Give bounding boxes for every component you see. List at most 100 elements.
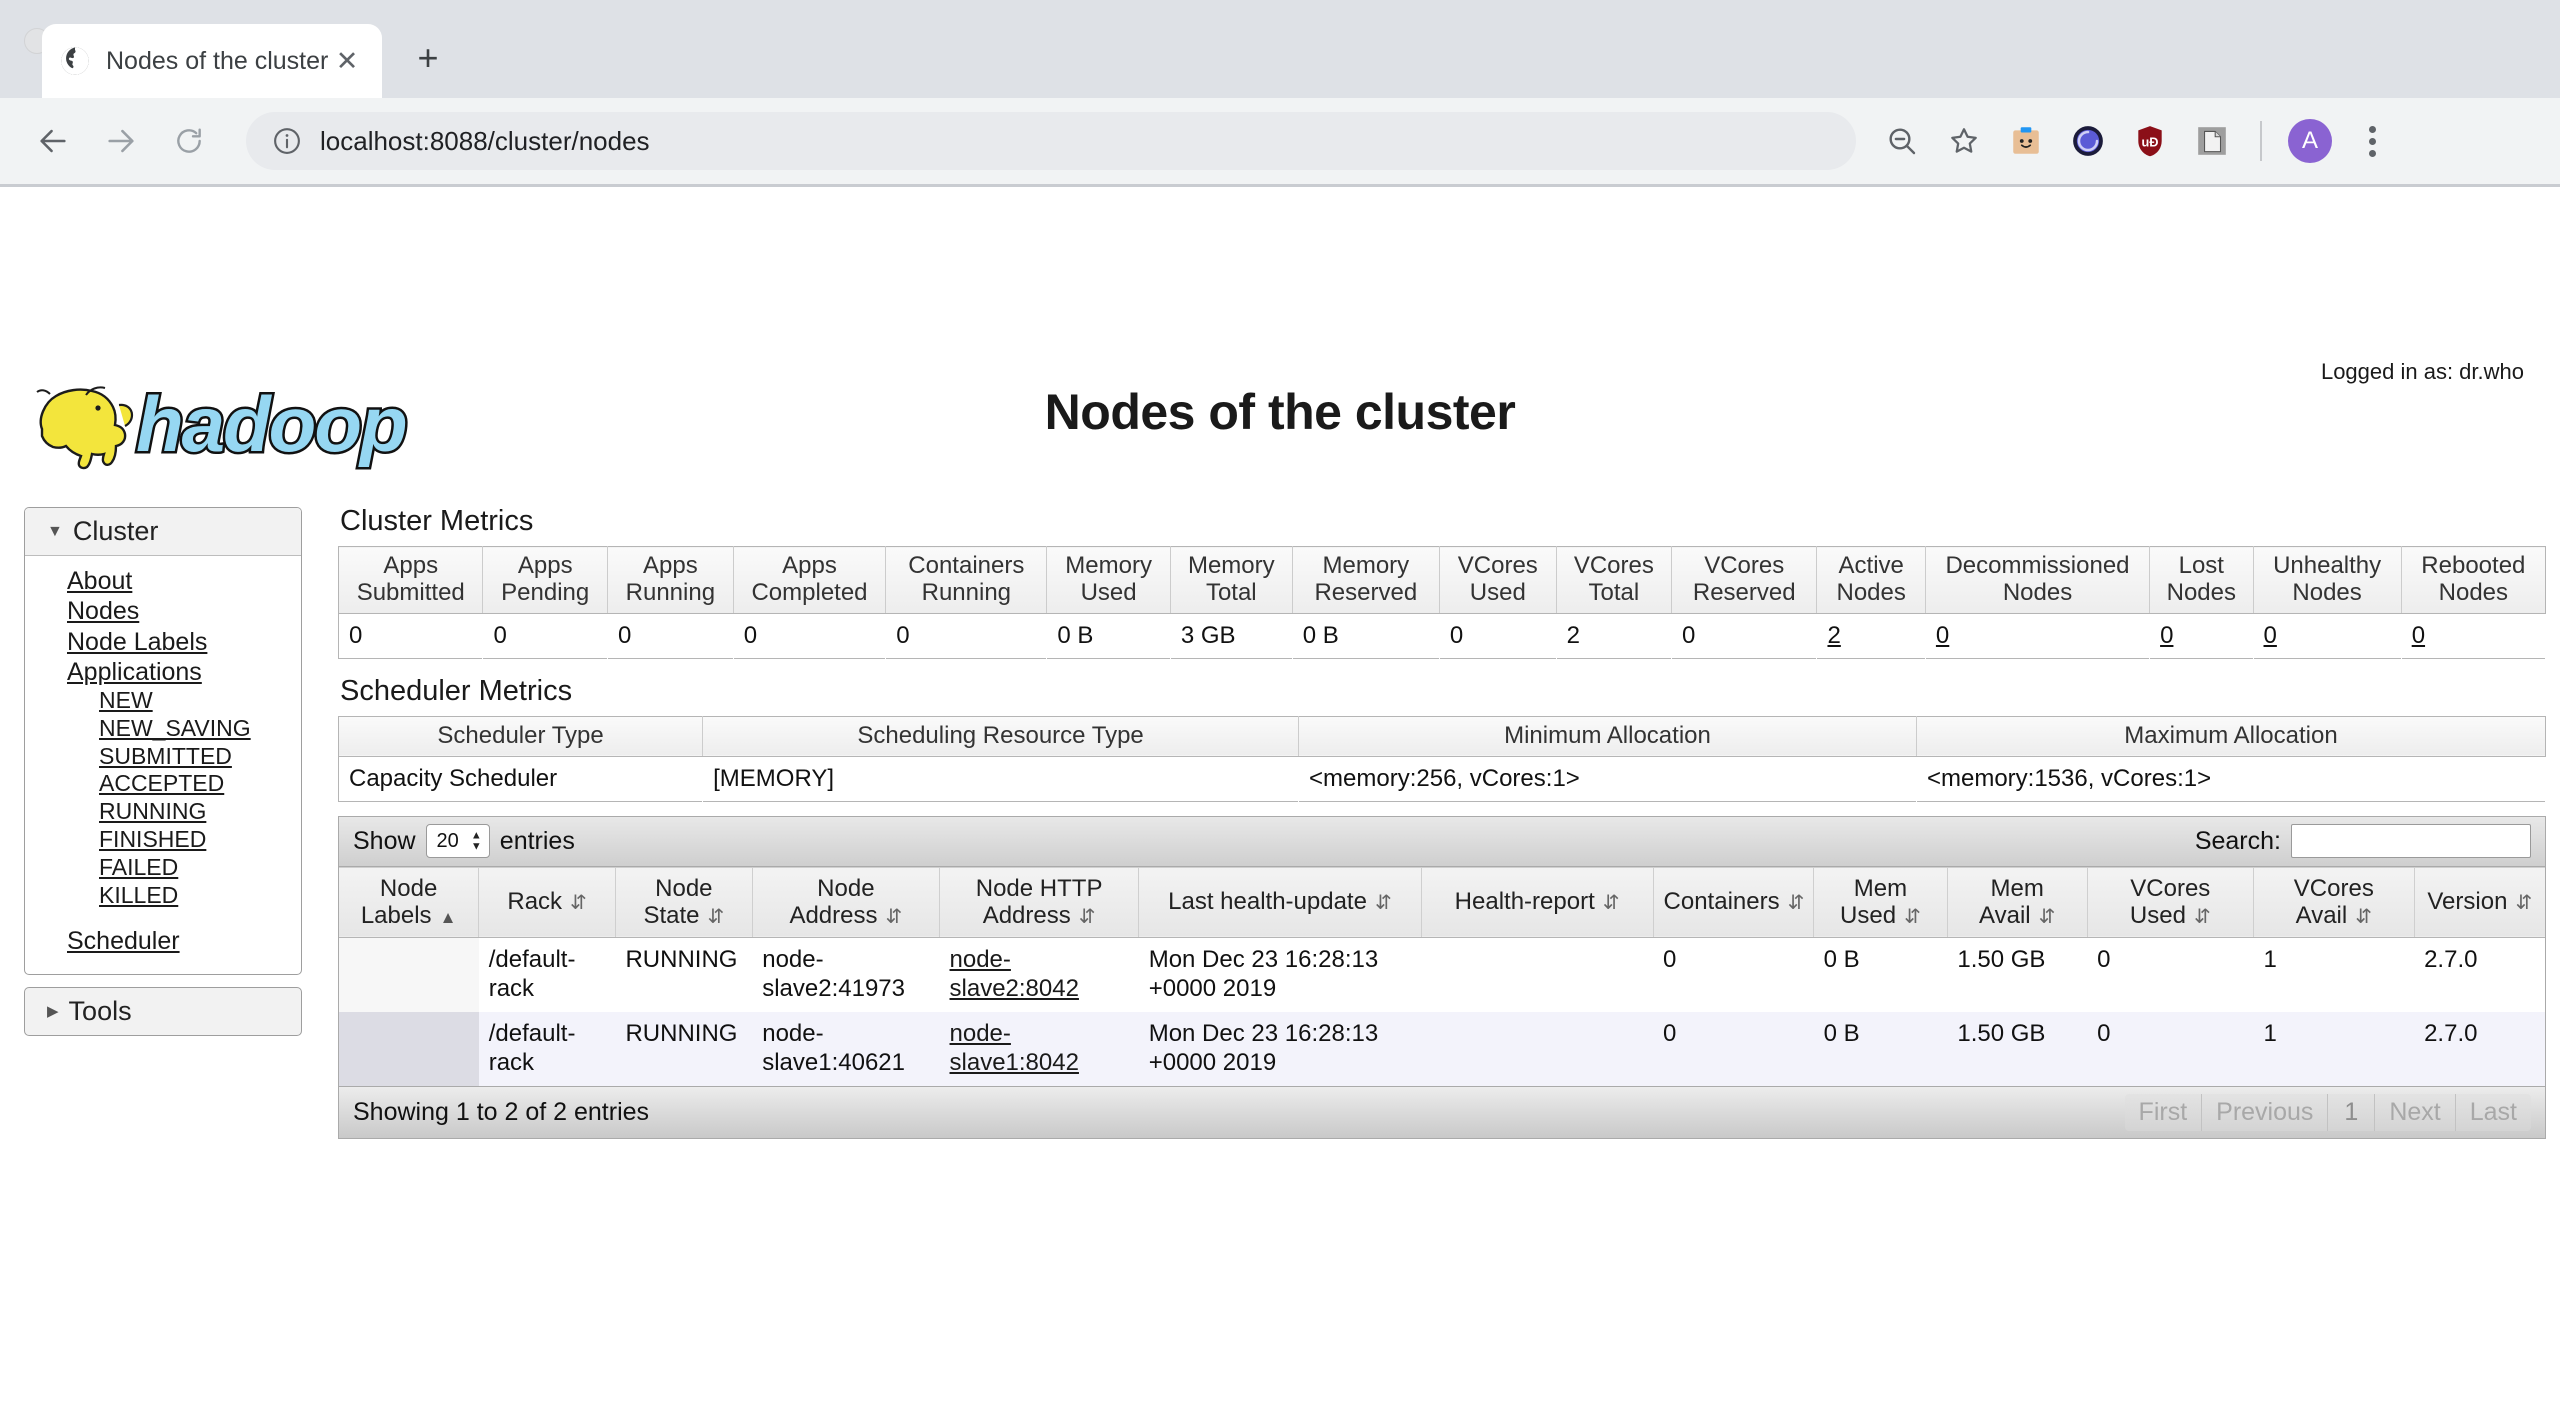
caret-down-icon: ▼ bbox=[47, 523, 63, 540]
kebab-menu-icon[interactable] bbox=[2344, 113, 2400, 169]
rebooted-nodes-link[interactable]: 0 bbox=[2412, 622, 2425, 649]
cell-node-address: node-slave1:40621 bbox=[752, 1011, 940, 1086]
sort-both-icon: ⇵ bbox=[1602, 892, 1620, 915]
sidebar-section-cluster[interactable]: ▼ Cluster bbox=[25, 508, 301, 556]
col-version[interactable]: Version ⇵ bbox=[2414, 866, 2545, 939]
col-mem-used[interactable]: Mem Used ⇵ bbox=[1813, 866, 1948, 939]
col-vcores-total: VCores Total bbox=[1556, 546, 1672, 614]
col-containers[interactable]: Containers ⇵ bbox=[1653, 866, 1815, 939]
val-decommissioned-nodes: 0 bbox=[1925, 613, 2149, 658]
sidebar-item-new[interactable]: NEW bbox=[99, 687, 301, 715]
close-icon[interactable]: ✕ bbox=[330, 44, 364, 78]
extension-bitwarden-icon[interactable] bbox=[1998, 113, 2054, 169]
sidebar-item-scheduler[interactable]: Scheduler bbox=[67, 926, 301, 956]
info-circle-icon[interactable] bbox=[272, 126, 302, 156]
caret-right-icon: ▶ bbox=[47, 1002, 59, 1020]
sidebar-item-accepted[interactable]: ACCEPTED bbox=[99, 770, 301, 798]
cell-health-report bbox=[1421, 937, 1654, 1012]
cluster-metrics-header-row: Apps Submitted Apps Pending Apps Running… bbox=[338, 546, 2546, 614]
pagination-first[interactable]: First bbox=[2124, 1093, 2203, 1131]
sidebar-item-finished[interactable]: FINISHED bbox=[99, 826, 301, 854]
cell-version: 2.7.0 bbox=[2414, 937, 2545, 1012]
col-rack[interactable]: Rack ⇵ bbox=[478, 866, 616, 939]
sidebar-item-about[interactable]: About bbox=[67, 566, 301, 596]
bookmark-star-icon[interactable] bbox=[1936, 113, 1992, 169]
scheduler-metrics-header-row: Scheduler Type Scheduling Resource Type … bbox=[338, 716, 2546, 757]
lost-nodes-link[interactable]: 0 bbox=[2160, 622, 2173, 649]
sort-both-icon: ⇵ bbox=[2193, 905, 2211, 928]
scheduler-metrics-table: Scheduler Type Scheduling Resource Type … bbox=[338, 715, 2546, 802]
val-apps-pending: 0 bbox=[493, 621, 507, 649]
cell-vcores-avail: 1 bbox=[2253, 1011, 2415, 1086]
col-scheduler-type: Scheduler Type bbox=[338, 716, 704, 757]
val-unhealthy-nodes: 0 bbox=[2253, 613, 2401, 658]
col-node-labels[interactable]: Node Labels ▲ bbox=[339, 866, 480, 939]
sidebar-item-submitted[interactable]: SUBMITTED bbox=[99, 743, 301, 771]
table-row[interactable]: /default-rack RUNNING node-slave1:40621 … bbox=[339, 1011, 2545, 1086]
sidebar-section-tools[interactable]: ▶ Tools bbox=[24, 986, 302, 1036]
extension-clipboard-icon[interactable] bbox=[2184, 113, 2240, 169]
sidebar-item-new-saving[interactable]: NEW_SAVING bbox=[99, 715, 301, 743]
pagination-last[interactable]: Last bbox=[2455, 1093, 2531, 1131]
pagination-next[interactable]: Next bbox=[2375, 1093, 2456, 1131]
col-health-report[interactable]: Health-report ⇵ bbox=[1421, 866, 1654, 939]
col-last-health-update[interactable]: Last health-update ⇵ bbox=[1138, 866, 1422, 939]
cell-last-health-update: Mon Dec 23 16:28:13 +0000 2019 bbox=[1138, 1011, 1422, 1086]
pagination-page-1[interactable]: 1 bbox=[2328, 1093, 2376, 1131]
pagination-previous[interactable]: Previous bbox=[2202, 1093, 2329, 1131]
stepper-arrows-icon: ▲ ▼ bbox=[470, 829, 482, 853]
browser-tab[interactable]: Nodes of the cluster ✕ bbox=[42, 24, 382, 98]
col-node-address[interactable]: Node Address ⇵ bbox=[752, 866, 941, 939]
node-http-address-link[interactable]: node-slave1:8042 bbox=[950, 1020, 1079, 1076]
sidebar-section-tools-label: Tools bbox=[68, 995, 132, 1026]
extension-grammarly-icon[interactable] bbox=[2060, 113, 2116, 169]
plus-icon[interactable]: + bbox=[406, 36, 450, 80]
col-scheduling-resource-type: Scheduling Resource Type bbox=[702, 716, 1300, 757]
cell-health-report bbox=[1421, 1011, 1654, 1086]
decommissioned-nodes-link[interactable]: 0 bbox=[1936, 622, 1949, 649]
sidebar-item-failed[interactable]: FAILED bbox=[99, 854, 301, 882]
zoom-out-icon[interactable] bbox=[1874, 113, 1930, 169]
active-nodes-link[interactable]: 2 bbox=[1827, 622, 1840, 649]
browser-toolbar: localhost:8088/cluster/nodes uÐ A bbox=[0, 98, 2560, 184]
col-mem-avail[interactable]: Mem Avail ⇵ bbox=[1947, 866, 2088, 939]
page-length-value: 20 bbox=[436, 829, 459, 852]
scheduler-metrics-value-row: Capacity Scheduler [MEMORY] <memory:256,… bbox=[339, 756, 2546, 801]
cluster-metrics-table: Apps Submitted Apps Pending Apps Running… bbox=[338, 546, 2546, 659]
datatable-info: Showing 1 to 2 of 2 entries bbox=[353, 1097, 650, 1126]
table-row[interactable]: /default-rack RUNNING node-slave2:41973 … bbox=[339, 937, 2545, 1012]
search-input[interactable] bbox=[2291, 824, 2531, 859]
address-bar[interactable]: localhost:8088/cluster/nodes bbox=[246, 112, 1856, 170]
node-http-address-link[interactable]: node-slave2:8042 bbox=[950, 946, 1079, 1002]
col-vcores-reserved: VCores Reserved bbox=[1671, 546, 1818, 614]
cell-last-health-update: Mon Dec 23 16:28:13 +0000 2019 bbox=[1138, 937, 1422, 1012]
val-memory-total: 3 GB bbox=[1180, 621, 1236, 649]
col-vcores-avail[interactable]: VCores Avail ⇵ bbox=[2253, 866, 2415, 939]
col-node-address-label: Node Address bbox=[789, 874, 878, 929]
sidebar-item-applications[interactable]: Applications bbox=[67, 657, 301, 687]
unhealthy-nodes-link[interactable]: 0 bbox=[2264, 622, 2277, 649]
extension-ublock-origin-icon[interactable]: uÐ bbox=[2122, 113, 2178, 169]
col-node-state[interactable]: Node State ⇵ bbox=[615, 866, 753, 939]
cell-mem-used: 0 B bbox=[1813, 1011, 1948, 1086]
back-arrow-icon[interactable] bbox=[24, 112, 82, 170]
sort-both-icon: ⇵ bbox=[2355, 905, 2372, 928]
sidebar-item-killed[interactable]: KILLED bbox=[99, 882, 301, 910]
page-length-select[interactable]: 20 ▲ ▼ bbox=[425, 824, 490, 859]
val-apps-running: 0 bbox=[617, 621, 632, 649]
avatar[interactable]: A bbox=[2282, 113, 2338, 169]
val-vcores-reserved: 0 bbox=[1681, 621, 1696, 649]
sidebar-item-nodes[interactable]: Nodes bbox=[67, 596, 301, 626]
col-node-http-address[interactable]: Node HTTP Address ⇵ bbox=[939, 866, 1140, 939]
sort-both-icon: ⇵ bbox=[2515, 892, 2533, 915]
sidebar-item-running[interactable]: RUNNING bbox=[99, 798, 301, 826]
reload-icon[interactable] bbox=[160, 112, 218, 170]
sidebar-item-node-labels[interactable]: Node Labels bbox=[67, 627, 301, 657]
col-vcores-used[interactable]: VCores Used ⇵ bbox=[2087, 866, 2255, 939]
datatable-toolbar: Show 20 ▲ ▼ entries Search: bbox=[339, 816, 2545, 867]
cell-containers: 0 bbox=[1653, 937, 1814, 1012]
search-control: Search: bbox=[2195, 824, 2531, 859]
sort-both-icon: ⇵ bbox=[1078, 905, 1096, 928]
forward-arrow-icon[interactable] bbox=[92, 112, 150, 170]
sidebar-application-states: NEW NEW_SAVING SUBMITTED ACCEPTED RUNNIN… bbox=[67, 687, 301, 910]
